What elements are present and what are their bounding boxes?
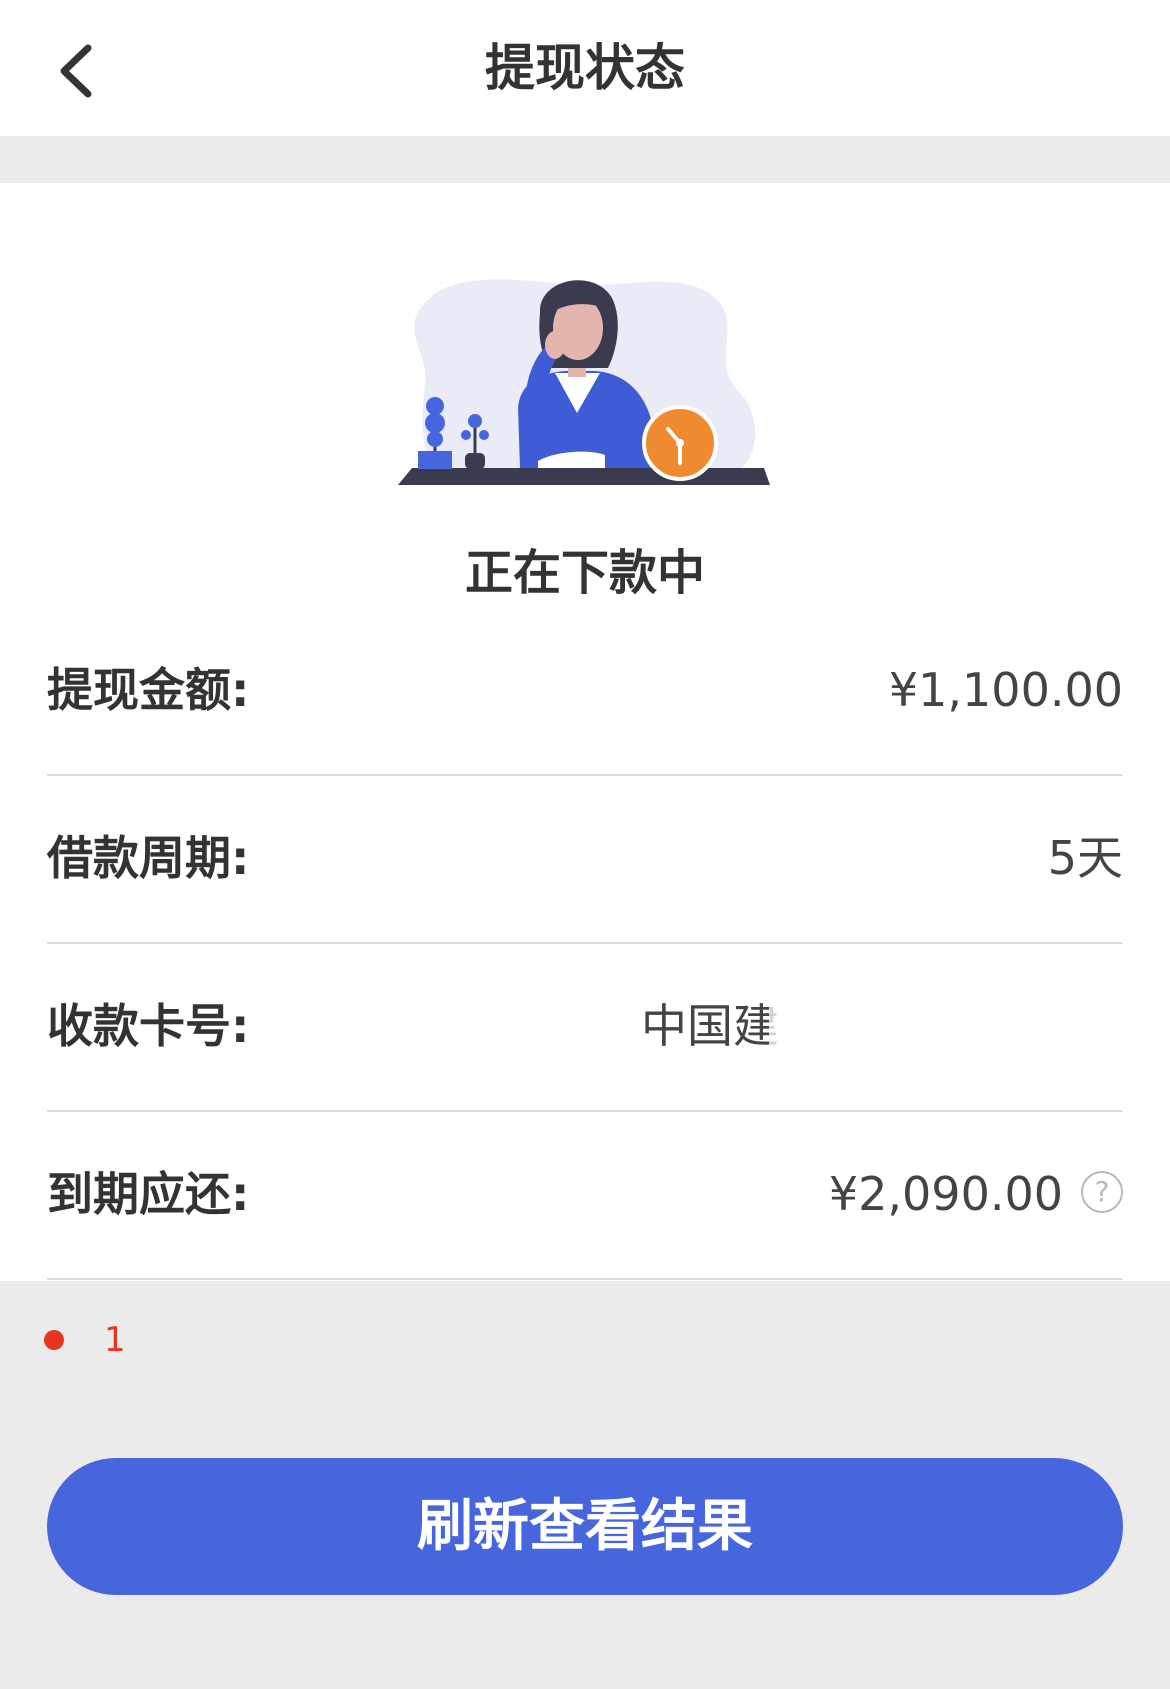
detail-row-period: 借款周期: 5天 xyxy=(47,774,1123,944)
period-label: 借款周期: xyxy=(47,831,250,885)
withdraw-status-text: 正在下款中 xyxy=(464,545,705,601)
woman-waiting-clock-illustration xyxy=(398,279,770,485)
status-card: 正在下款中 提现金额: ¥1,100.00 借款周期: 5天 收款卡号: 中国建… xyxy=(0,183,1170,1281)
nav-bar: 提现状态 xyxy=(0,0,1170,136)
detail-row-card: 收款卡号: 中国建 xyxy=(47,942,1123,1112)
card-number-value: 中国建 xyxy=(641,999,779,1053)
due-value: ¥2,090.00 xyxy=(828,1167,1063,1221)
card-label: 收款卡号: xyxy=(47,999,250,1053)
amount-value: ¥1,100.00 xyxy=(888,663,1123,717)
period-value: 5天 xyxy=(1047,831,1123,885)
detail-row-due: 到期应还: ¥2,090.00 ? xyxy=(47,1110,1123,1280)
red-dot-icon xyxy=(44,1330,64,1350)
redaction-mask xyxy=(769,992,969,1062)
detail-row-amount: 提现金额: ¥1,100.00 xyxy=(47,606,1123,776)
amount-label: 提现金额: xyxy=(47,663,250,717)
page-title: 提现状态 xyxy=(485,39,685,97)
notice-text: 1 xyxy=(104,1320,126,1360)
due-label: 到期应还: xyxy=(47,1167,250,1221)
question-circle-icon[interactable]: ? xyxy=(1081,1171,1123,1213)
refresh-result-button[interactable]: 刷新查看结果 xyxy=(47,1458,1123,1595)
